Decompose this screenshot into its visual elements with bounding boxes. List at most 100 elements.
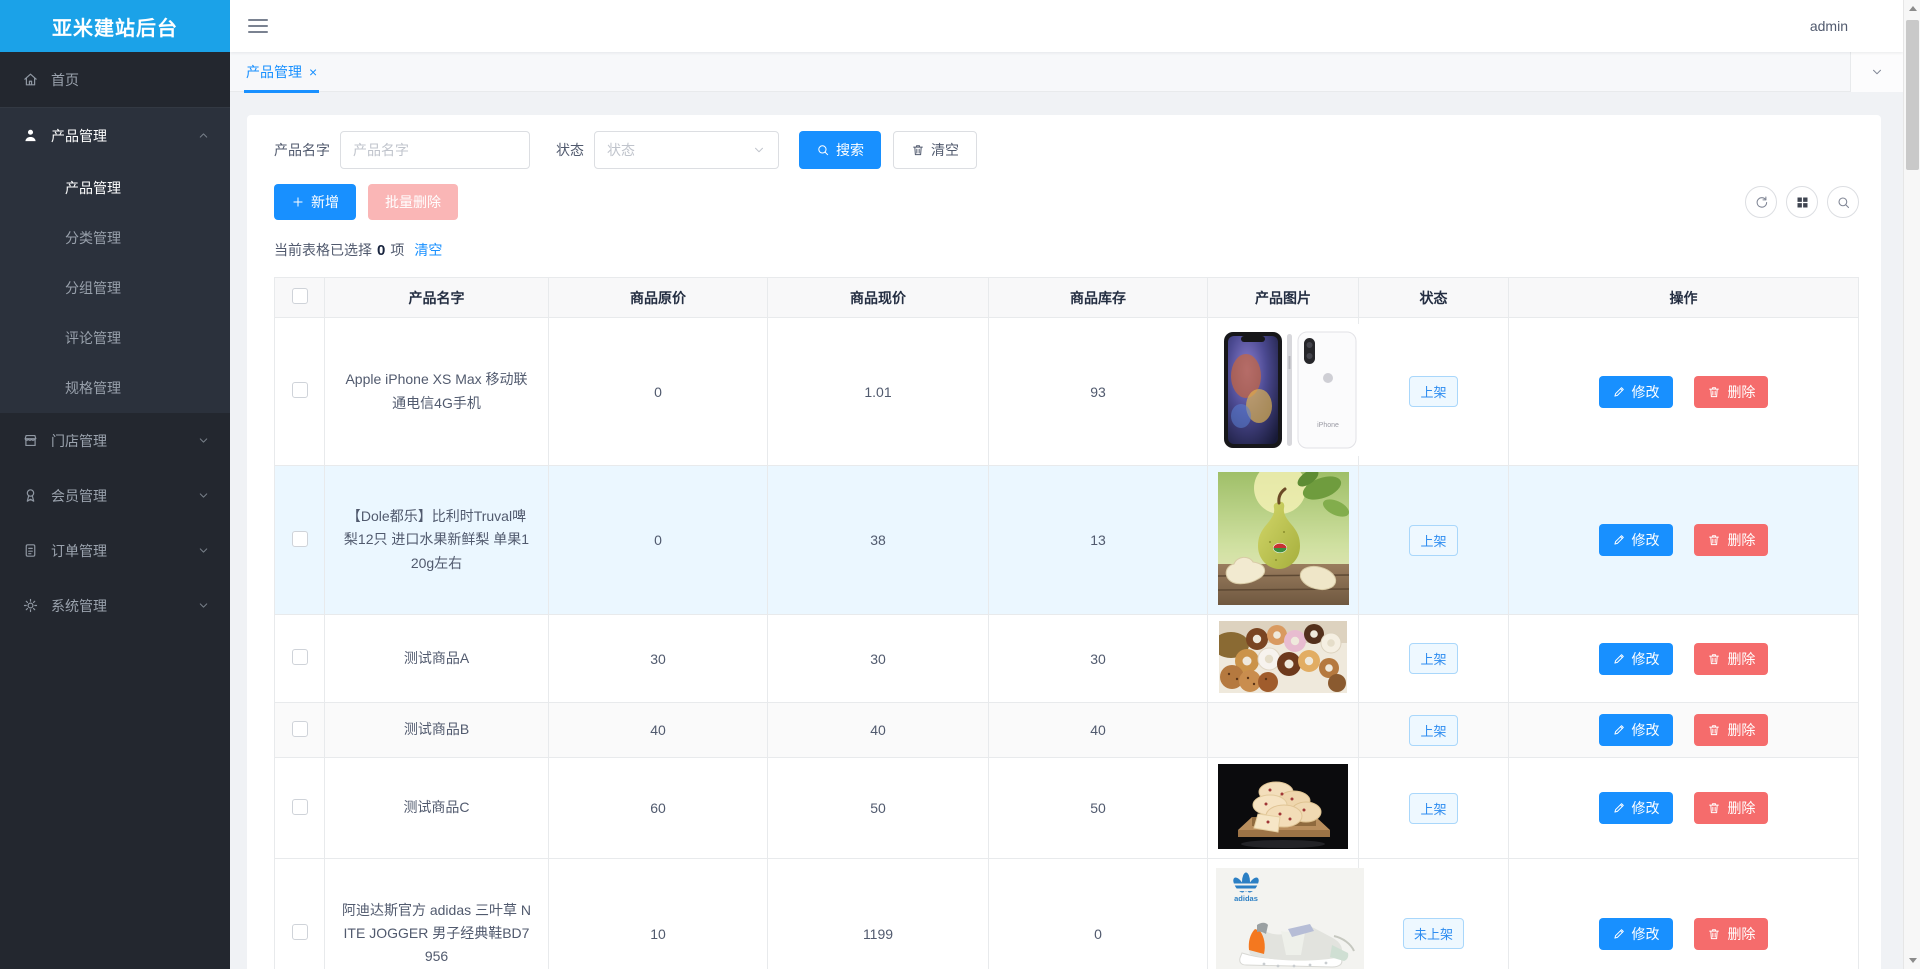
column-search-button[interactable] bbox=[1827, 186, 1859, 218]
gear-icon bbox=[22, 597, 39, 614]
refresh-icon bbox=[1754, 195, 1769, 210]
scrollbar-thumb[interactable] bbox=[1906, 20, 1919, 170]
delete-button[interactable]: 删除 bbox=[1694, 375, 1769, 408]
product-name: 测试商品B bbox=[324, 702, 549, 758]
tab-bar: 产品管理 × bbox=[230, 52, 1903, 93]
sidebar-subitem-spec-management[interactable]: 规格管理 bbox=[0, 363, 230, 413]
product-image-cell: adidas bbox=[1207, 858, 1364, 969]
user-menu[interactable]: admin bbox=[1810, 18, 1848, 34]
pencil-icon bbox=[1612, 385, 1626, 399]
table-header-row: 产品名字 商品原价 商品现价 商品库存 产品图片 状态 操作 bbox=[274, 277, 1859, 318]
status-select[interactable]: 状态 bbox=[594, 131, 779, 169]
status-cell: 未上架 bbox=[1358, 858, 1509, 969]
sidebar-item-member-management[interactable]: 会员管理 bbox=[0, 468, 230, 523]
select-all-checkbox[interactable] bbox=[291, 288, 308, 304]
table-row: 测试商品A 30 30 30 上架 修改 删除 bbox=[274, 614, 1859, 703]
sidebar-subitem-group-management[interactable]: 分组管理 bbox=[0, 263, 230, 313]
trash-icon bbox=[1707, 385, 1721, 399]
chevron-down-icon bbox=[752, 143, 766, 157]
status-badge: 上架 bbox=[1409, 643, 1458, 674]
delete-button[interactable]: 删除 bbox=[1694, 714, 1769, 746]
status-cell: 上架 bbox=[1358, 317, 1509, 466]
column-header: 状态 bbox=[1358, 277, 1509, 318]
sidebar-subitem-category-management[interactable]: 分类管理 bbox=[0, 213, 230, 263]
status-badge: 未上架 bbox=[1402, 918, 1464, 949]
order-icon bbox=[22, 542, 39, 559]
sidebar-item-label: 产品管理 bbox=[51, 127, 107, 144]
status-badge: 上架 bbox=[1409, 792, 1458, 824]
product-image: adidas bbox=[1216, 868, 1364, 969]
close-icon[interactable]: × bbox=[309, 65, 317, 79]
status-cell: 上架 bbox=[1358, 465, 1509, 615]
row-checkbox[interactable] bbox=[291, 530, 308, 547]
row-checkbox[interactable] bbox=[291, 649, 308, 665]
product-image-cell bbox=[1207, 757, 1359, 859]
row-actions: 修改 删除 bbox=[1508, 757, 1859, 859]
product-table: 产品名字 商品原价 商品现价 商品库存 产品图片 状态 操作 Apple iPhone XS… bbox=[274, 277, 1859, 969]
chevron-down-icon bbox=[1870, 65, 1884, 79]
trash-icon bbox=[1707, 927, 1721, 941]
clear-button[interactable]: 清空 bbox=[893, 131, 977, 169]
edit-button[interactable]: 修改 bbox=[1598, 792, 1673, 824]
refresh-button[interactable] bbox=[1745, 186, 1777, 218]
sidebar-submenu: 产品管理 分类管理 分组管理 评论管理 规格管理 bbox=[0, 163, 230, 413]
chevron-down-icon bbox=[197, 599, 210, 612]
row-select-cell bbox=[274, 757, 325, 859]
sidebar-item-system-management[interactable]: 系统管理 bbox=[0, 578, 230, 633]
delete-button[interactable]: 删除 bbox=[1694, 642, 1769, 675]
menu-toggle-icon[interactable] bbox=[248, 15, 268, 37]
edit-button[interactable]: 修改 bbox=[1598, 642, 1673, 675]
edit-button[interactable]: 修改 bbox=[1598, 714, 1673, 746]
density-button[interactable] bbox=[1786, 186, 1818, 218]
search-icon bbox=[816, 143, 830, 157]
column-header: 商品现价 bbox=[767, 277, 989, 318]
sidebar-item-label: 门店管理 bbox=[51, 432, 107, 449]
edit-button[interactable]: 修改 bbox=[1598, 375, 1673, 408]
sidebar-item-product-management[interactable]: 产品管理 bbox=[0, 108, 230, 163]
delete-button[interactable]: 删除 bbox=[1694, 792, 1769, 824]
trash-icon bbox=[1707, 533, 1721, 547]
product-name: 测试商品C bbox=[324, 757, 549, 859]
scroll-up-arrow[interactable] bbox=[1904, 0, 1920, 17]
sidebar-subitem-comment-management[interactable]: 评论管理 bbox=[0, 313, 230, 363]
add-button[interactable]: 新增 bbox=[274, 184, 356, 220]
sidebar-subitem-product-management[interactable]: 产品管理 bbox=[0, 163, 230, 213]
select-all-header bbox=[274, 277, 325, 318]
original-price: 40 bbox=[548, 702, 768, 758]
scroll-down-arrow[interactable] bbox=[1904, 952, 1920, 969]
batch-delete-button[interactable]: 批量删除 bbox=[368, 184, 458, 220]
status-badge: 上架 bbox=[1409, 714, 1458, 746]
table-tools bbox=[1745, 186, 1859, 218]
stock: 50 bbox=[988, 757, 1208, 859]
edit-button[interactable]: 修改 bbox=[1598, 524, 1673, 556]
search-button[interactable]: 搜索 bbox=[799, 131, 881, 169]
sidebar-item-label: 系统管理 bbox=[51, 597, 107, 614]
delete-button[interactable]: 删除 bbox=[1694, 524, 1769, 556]
page-scrollbar[interactable] bbox=[1903, 0, 1920, 969]
product-name-input[interactable] bbox=[340, 131, 530, 169]
row-select-cell bbox=[274, 465, 325, 615]
sidebar-item-label: 会员管理 bbox=[51, 487, 107, 504]
trash-icon bbox=[911, 143, 925, 157]
row-checkbox[interactable] bbox=[291, 382, 308, 398]
tab-product-management[interactable]: 产品管理 × bbox=[244, 52, 320, 93]
current-price: 1199 bbox=[767, 858, 989, 969]
trash-icon bbox=[1707, 652, 1721, 666]
sidebar-item-home[interactable]: 首页 bbox=[0, 52, 230, 107]
current-price: 30 bbox=[767, 614, 989, 703]
product-image bbox=[1219, 621, 1347, 693]
sidebar-item-order-management[interactable]: 订单管理 bbox=[0, 523, 230, 578]
stock: 93 bbox=[988, 317, 1208, 466]
product-name: Apple iPhone XS Max 移动联通电信4G手机 bbox=[324, 317, 549, 466]
delete-button[interactable]: 删除 bbox=[1694, 917, 1769, 950]
edit-button[interactable]: 修改 bbox=[1598, 917, 1673, 950]
product-image: iPhone bbox=[1216, 324, 1364, 456]
chevron-up-icon bbox=[197, 129, 210, 142]
row-checkbox[interactable] bbox=[291, 798, 308, 815]
selection-clear-link[interactable]: 清空 bbox=[414, 240, 442, 260]
tab-options-dropdown[interactable] bbox=[1850, 52, 1903, 92]
row-checkbox[interactable] bbox=[291, 720, 308, 737]
sidebar-item-store-management[interactable]: 门店管理 bbox=[0, 413, 230, 468]
column-header: 产品图片 bbox=[1207, 277, 1359, 318]
row-checkbox[interactable] bbox=[291, 924, 308, 940]
